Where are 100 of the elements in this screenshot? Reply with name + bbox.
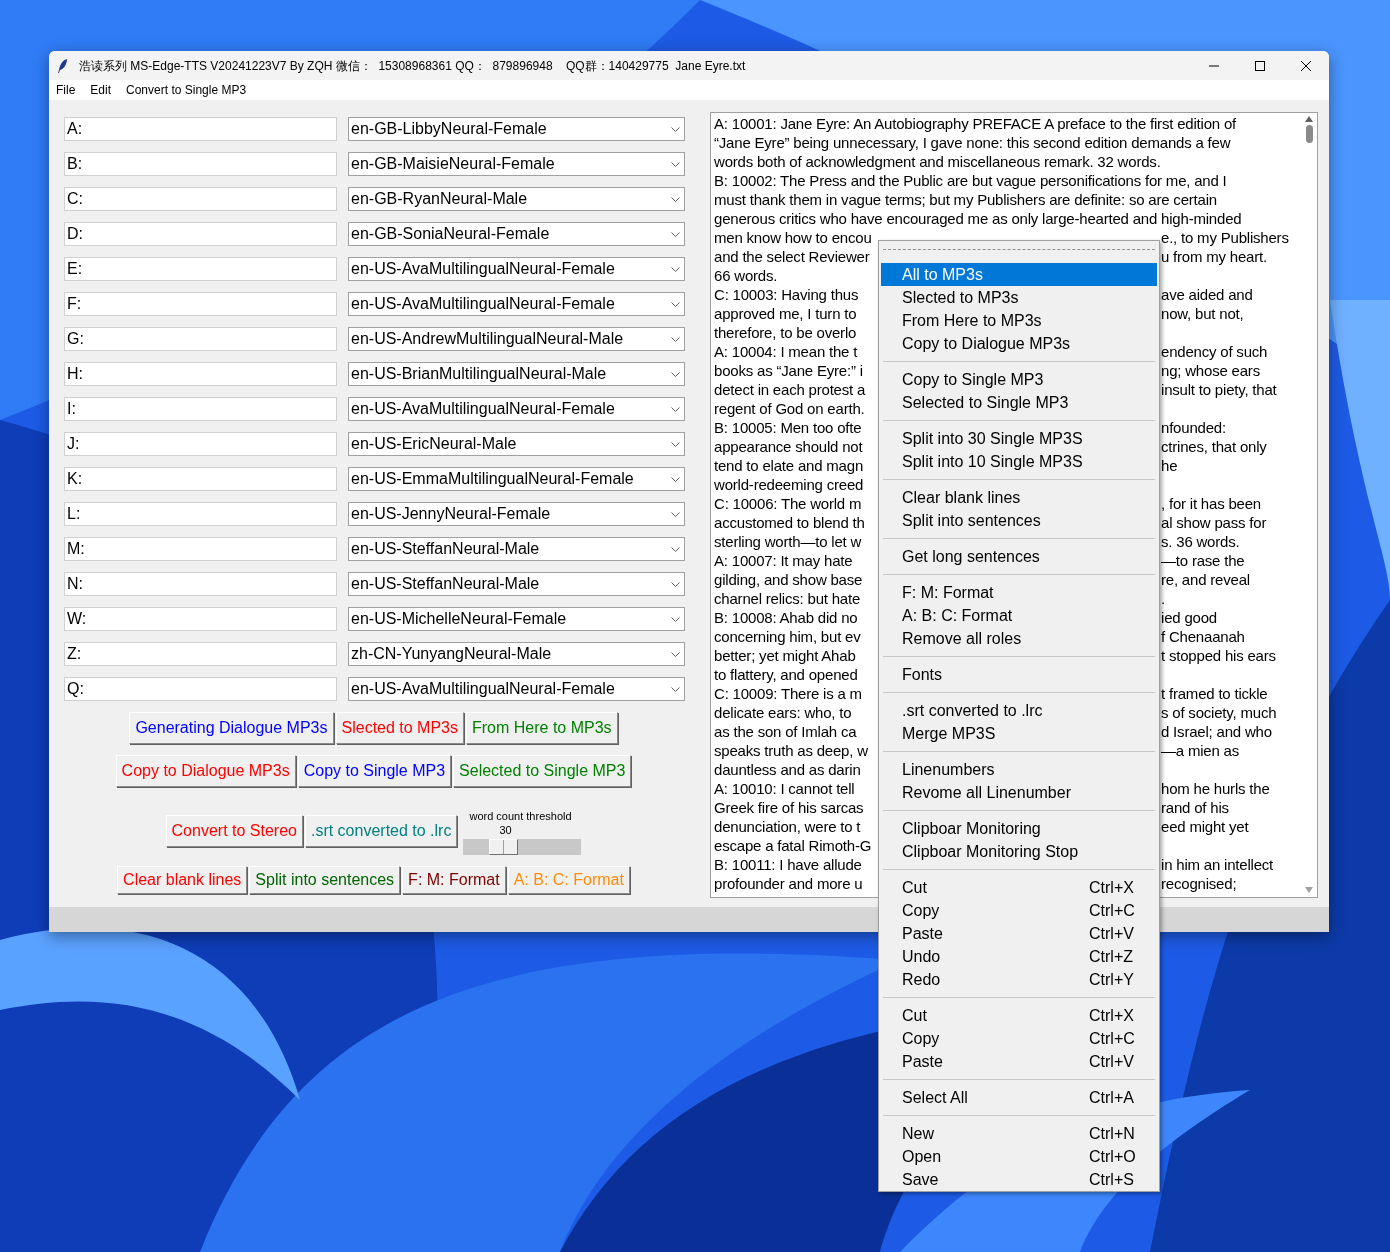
role-field[interactable]: I:	[64, 397, 337, 421]
slider-thumb[interactable]	[489, 839, 519, 855]
role-field[interactable]: Q:	[64, 677, 337, 701]
voice-dropdown[interactable]: en-US-AvaMultilingualNeural-Female	[348, 397, 685, 421]
menu-item[interactable]: Paste Ctrl+V	[881, 1050, 1157, 1073]
menu-item[interactable]: Clipboar Monitoring Stop	[881, 840, 1157, 863]
role-field[interactable]: B:	[64, 152, 337, 176]
chevron-down-icon[interactable]	[671, 336, 680, 342]
scroll-down-icon[interactable]	[1305, 887, 1313, 893]
menu-item[interactable]: New Ctrl+N	[881, 1122, 1157, 1145]
role-field[interactable]: E:	[64, 257, 337, 281]
menu-item[interactable]: F: M: Format	[881, 581, 1157, 604]
voice-dropdown[interactable]: en-US-JennyNeural-Female	[348, 502, 685, 526]
menu-item[interactable]: .srt converted to .lrc	[881, 699, 1157, 722]
menu-item[interactable]: Copy Ctrl+C	[881, 899, 1157, 922]
chevron-down-icon[interactable]	[671, 476, 680, 482]
voice-dropdown[interactable]: en-GB-LibbyNeural-Female	[348, 117, 685, 141]
menu-item[interactable]: Selected to Single MP3	[881, 391, 1157, 414]
action-button[interactable]: .srt converted to .lrc	[304, 815, 458, 847]
menu-item[interactable]: All to MP3s	[881, 263, 1157, 286]
menu-item[interactable]: Split into sentences	[881, 509, 1157, 532]
chevron-down-icon[interactable]	[671, 301, 680, 307]
voice-dropdown[interactable]: en-GB-MaisieNeural-Female	[348, 152, 685, 176]
menu-item[interactable]: Remove all roles	[881, 627, 1157, 650]
menu-item[interactable]: Slected to MP3s	[881, 286, 1157, 309]
voice-dropdown[interactable]: en-US-AvaMultilingualNeural-Female	[348, 257, 685, 281]
menu-item[interactable]: Split into 30 Single MP3S	[881, 427, 1157, 450]
voice-dropdown[interactable]: en-GB-SoniaNeural-Female	[348, 222, 685, 246]
role-field[interactable]: M:	[64, 537, 337, 561]
chevron-down-icon[interactable]	[671, 406, 680, 412]
role-field[interactable]: J:	[64, 432, 337, 456]
menu-item[interactable]: Linenumbers	[881, 758, 1157, 781]
menu-item[interactable]: Copy Ctrl+C	[881, 1027, 1157, 1050]
menu-item[interactable]: Copy to Single MP3	[881, 368, 1157, 391]
action-button[interactable]: Clear blank lines	[117, 866, 248, 894]
menu-item[interactable]: From Here to MP3s	[881, 309, 1157, 332]
action-button[interactable]: Selected to Single MP3	[453, 755, 632, 787]
role-field[interactable]: L:	[64, 502, 337, 526]
voice-dropdown[interactable]: zh-CN-YunyangNeural-Male	[348, 642, 685, 666]
chevron-down-icon[interactable]	[671, 196, 680, 202]
chevron-down-icon[interactable]	[671, 266, 680, 272]
action-button[interactable]: F: M: Format	[402, 866, 506, 894]
action-button[interactable]: Slected to MP3s	[335, 712, 464, 744]
menu-item[interactable]: Fonts	[881, 663, 1157, 686]
menu-item[interactable]: Split into 10 Single MP3S	[881, 450, 1157, 473]
menu-item[interactable]: A: B: C: Format	[881, 604, 1157, 627]
role-field[interactable]: Z:	[64, 642, 337, 666]
chevron-down-icon[interactable]	[671, 441, 680, 447]
chevron-down-icon[interactable]	[671, 371, 680, 377]
chevron-down-icon[interactable]	[671, 511, 680, 517]
chevron-down-icon[interactable]	[671, 651, 680, 657]
action-button[interactable]: Split into sentences	[249, 866, 401, 894]
voice-dropdown[interactable]: en-US-AvaMultilingualNeural-Female	[348, 292, 685, 316]
chevron-down-icon[interactable]	[671, 616, 680, 622]
menu-item[interactable]: Copy to Dialogue MP3s	[881, 332, 1157, 355]
voice-dropdown[interactable]: en-US-AvaMultilingualNeural-Female	[348, 677, 685, 701]
voice-dropdown[interactable]: en-US-SteffanNeural-Male	[348, 537, 685, 561]
voice-dropdown[interactable]: en-GB-RyanNeural-Male	[348, 187, 685, 211]
menu-item[interactable]: Edit	[90, 81, 112, 99]
voice-dropdown[interactable]: en-US-SteffanNeural-Male	[348, 572, 685, 596]
chevron-down-icon[interactable]	[671, 686, 680, 692]
maximize-icon[interactable]	[1255, 60, 1265, 71]
menu-item[interactable]: Save Ctrl+S	[881, 1168, 1157, 1191]
voice-dropdown[interactable]: en-US-AndrewMultilingualNeural-Male	[348, 327, 685, 351]
role-field[interactable]: G:	[64, 327, 337, 351]
menu-item[interactable]: Undo Ctrl+Z	[881, 945, 1157, 968]
action-button[interactable]: Copy to Single MP3	[297, 755, 452, 787]
menu-item[interactable]: Cut Ctrl+X	[881, 876, 1157, 899]
role-field[interactable]: F:	[64, 292, 337, 316]
chevron-down-icon[interactable]	[671, 546, 680, 552]
menu-item[interactable]: Open Ctrl+O	[881, 1145, 1157, 1168]
slider-track[interactable]	[463, 839, 582, 855]
role-field[interactable]: K:	[64, 467, 337, 491]
chevron-down-icon[interactable]	[671, 231, 680, 237]
action-button[interactable]: Generating Dialogue MP3s	[129, 712, 334, 744]
action-button[interactable]: Convert to Stereo	[165, 815, 303, 847]
voice-dropdown[interactable]: en-US-BrianMultilingualNeural-Male	[348, 362, 685, 386]
menu-item[interactable]: Select All Ctrl+A	[881, 1086, 1157, 1109]
chevron-down-icon[interactable]	[671, 581, 680, 587]
menu-item[interactable]: Revome all Linenumber	[881, 781, 1157, 804]
menu-item[interactable]: Get long sentences	[881, 545, 1157, 568]
menu-item[interactable]: Redo Ctrl+Y	[881, 968, 1157, 991]
menu-item[interactable]: Convert to Single MP3	[126, 81, 247, 99]
voice-dropdown[interactable]: en-US-MichelleNeural-Female	[348, 607, 685, 631]
menu-item[interactable]: Cut Ctrl+X	[881, 1004, 1157, 1027]
voice-dropdown[interactable]: en-US-EricNeural-Male	[348, 432, 685, 456]
role-field[interactable]: W:	[64, 607, 337, 631]
action-button[interactable]: Copy to Dialogue MP3s	[115, 755, 296, 787]
role-field[interactable]: C:	[64, 187, 337, 211]
chevron-down-icon[interactable]	[671, 126, 680, 132]
voice-dropdown[interactable]: en-US-EmmaMultilingualNeural-Female	[348, 467, 685, 491]
close-icon[interactable]	[1301, 60, 1311, 71]
role-field[interactable]: N:	[64, 572, 337, 596]
menu-item[interactable]: File	[56, 81, 76, 99]
menu-item[interactable]: Paste Ctrl+V	[881, 922, 1157, 945]
action-button[interactable]: From Here to MP3s	[466, 712, 618, 744]
chevron-down-icon[interactable]	[671, 161, 680, 167]
scroll-thumb[interactable]	[1305, 125, 1313, 143]
menu-item[interactable]: Clear blank lines	[881, 486, 1157, 509]
role-field[interactable]: D:	[64, 222, 337, 246]
